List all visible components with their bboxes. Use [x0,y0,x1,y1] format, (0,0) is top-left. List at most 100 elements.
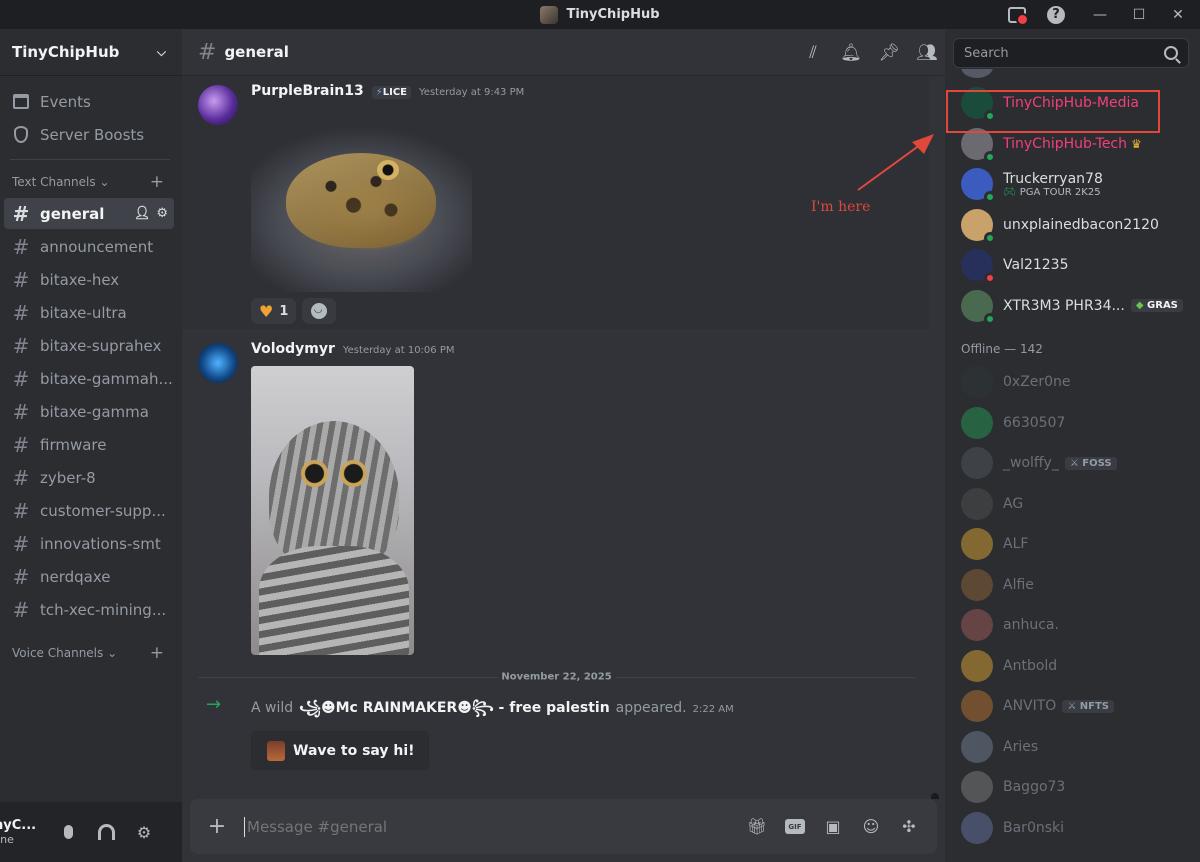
apps-button[interactable]: ✣ [899,817,919,837]
member-item[interactable]: Truckerryan78 🎮︎ PGA TOUR 2K25 [945,164,1200,205]
member-item[interactable]: Baggo73 [945,767,1200,808]
avatar [961,730,993,763]
channel-announcement[interactable]: # announcement [4,231,174,262]
member-item[interactable]: _wolffy_ ⚔ FOSS [945,443,1200,484]
bell-icon: 🔔︎ [840,42,862,63]
join-username[interactable]: ꧁☻Mc RAINMAKER☻꧂ - free palestin [299,696,610,725]
avatar[interactable] [198,343,238,383]
channel-bitaxe-gammah[interactable]: # bitaxe-gammah... [4,363,174,394]
message-input[interactable] [244,816,747,837]
member-item[interactable]: ANVITO ⚔ NFTS [945,686,1200,727]
hash-icon: # [198,39,217,65]
frog-image-attachment[interactable] [251,108,472,292]
member-item[interactable]: Antbold [945,646,1200,687]
avatar[interactable] [198,85,238,125]
sidebar-item-server-boosts[interactable]: Server Boosts [0,118,182,151]
minimize-button[interactable]: — [1078,0,1122,29]
gif-button[interactable]: GIF [785,817,805,837]
member-item[interactable]: 6630507 [945,403,1200,444]
member-name: Aries [1003,738,1039,755]
channel-customer-supp[interactable]: # customer-supp... [4,495,174,526]
sidebar-item-events[interactable]: Events [0,85,182,118]
avatar [961,487,993,520]
channel-innovations-smt[interactable]: # innovations-smt [4,528,174,559]
pinned-messages-button[interactable]: 📌︎ [878,43,900,63]
member-list: TinyChipHub-Media TinyChipHub-Tech ♛ Trucke… [945,69,1200,862]
deafen-button[interactable] [96,822,116,842]
channel-bitaxe-ultra[interactable]: # bitaxe-ultra [4,297,174,328]
emoji-icon: ☺ [862,817,880,836]
message-author[interactable]: PurpleBrain13 [251,83,364,99]
reaction-orange-heart[interactable]: ♥ 1 [251,298,297,324]
wave-button[interactable]: Wave to say hi! [251,731,429,770]
threads-button[interactable]: ⫽ [803,43,823,63]
member-item[interactable]: Alfie [945,565,1200,606]
avatar [961,289,996,325]
search-input[interactable]: Search [953,38,1189,68]
message-author[interactable]: Volodymyr [251,341,335,357]
avatar [961,168,996,204]
gear-icon[interactable]: ⚙ [156,206,168,221]
inbox-button[interactable] [1000,0,1034,29]
create-channel-button[interactable]: + [150,172,164,192]
emoji-button[interactable]: ☺ [861,817,881,837]
user-settings-button[interactable]: ⚙ [134,822,154,842]
member-item[interactable]: Val21235 [945,245,1200,286]
add-reaction-button[interactable] [302,298,337,324]
member-name: Antbold [1003,657,1058,674]
voice-channels-category[interactable]: Voice Channels ⌄ + [0,639,182,667]
member-list-toggle[interactable]: 👥︎ [916,43,938,63]
channel-list: # general 👤︎ ⚙ # announcement # bitaxe-hex # bita… [0,198,182,625]
arrow-right-icon: → [206,694,222,715]
invite-icon[interactable]: 👤︎ [134,206,151,221]
channel-bitaxe-suprahex[interactable]: # bitaxe-suprahex [4,330,174,361]
sticker-button[interactable]: ▣ [823,817,843,837]
hash-icon: # [12,564,30,589]
server-tag[interactable]: ⚡LICE [371,86,412,99]
channel-label: zyber-8 [40,468,96,487]
member-item[interactable]: ALF [945,524,1200,565]
create-voice-channel-button[interactable]: + [150,643,164,663]
member-item[interactable]: unxplainedbacon2120 [945,205,1200,246]
help-button[interactable]: ? [1034,0,1078,29]
notification-settings-button[interactable]: 🔔︎ [840,42,862,63]
channel-general[interactable]: # general 👤︎ ⚙ [4,198,174,229]
member-name: Alfie [1003,576,1034,593]
member-item[interactable]: 0xZer0ne [945,362,1200,403]
close-button[interactable]: ✕ [1156,0,1200,29]
text-channels-category[interactable]: Text Channels ⌄ + [0,168,182,196]
help-icon: ? [1047,5,1065,24]
upload-plus-button[interactable]: + [190,814,244,839]
channel-bitaxe-hex[interactable]: # bitaxe-hex [4,264,174,295]
cat-image-attachment[interactable] [251,366,414,655]
user-info[interactable]: nyC... line [0,818,46,846]
member-item[interactable]: XTR3M3 PHR34... ◆ GRAS [945,286,1200,327]
gear-icon: ⚙ [136,822,152,842]
avatar [961,528,993,561]
app-icon [540,5,559,24]
member-name: anhuca. [1003,617,1059,634]
channel-zyber-8[interactable]: # zyber-8 [4,462,174,493]
member-name: Baggo73 [1003,779,1066,796]
server-header[interactable]: TinyChipHub ⌵ [0,29,182,76]
scrollbar-thumb[interactable] [931,793,939,799]
member-item[interactable]: Bar0nski [945,808,1200,849]
gift-button[interactable]: 🎁︎ [747,817,767,837]
channel-firmware[interactable]: # firmware [4,429,174,460]
hash-icon: # [12,399,30,424]
member-item[interactable]: Aries [945,727,1200,768]
apps-icon: ✣ [902,817,916,836]
member-name: Bar0nski [1003,819,1065,836]
tag-icon: ⚔ [1069,457,1079,469]
member-item[interactable]: anhuca. [945,605,1200,646]
member-name: ALF [1003,536,1029,553]
member-item-partial[interactable] [945,69,1200,83]
channel-nerdqaxe[interactable]: # nerdqaxe [4,561,174,592]
maximize-button[interactable]: ☐ [1122,0,1156,29]
hash-icon: # [12,498,30,523]
member-item[interactable]: AG [945,484,1200,525]
mute-button[interactable] [58,822,78,842]
member-name: Truckerryan78 [1003,170,1103,187]
channel-bitaxe-gamma[interactable]: # bitaxe-gamma [4,396,174,427]
channel-tch-xec-mining[interactable]: # tch-xec-mining... [4,594,174,625]
